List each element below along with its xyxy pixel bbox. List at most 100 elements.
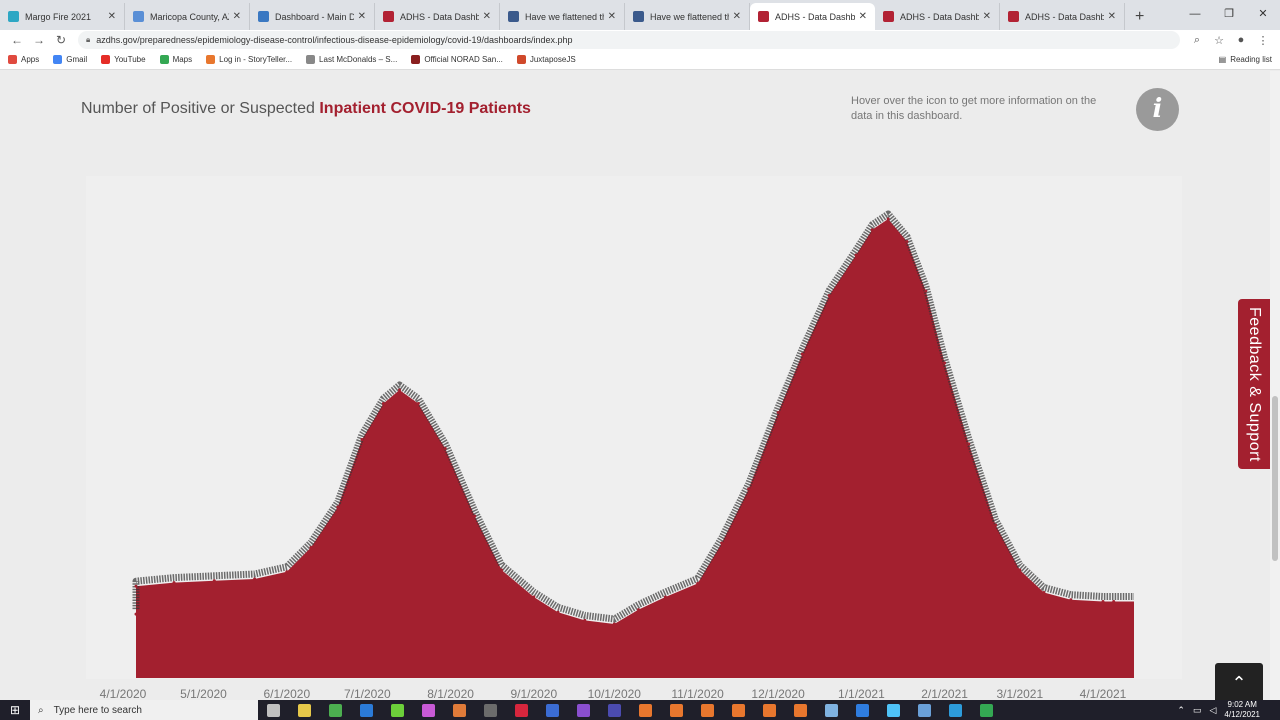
browser-tab[interactable]: Have we flattened the ✕ [500, 3, 625, 30]
data-point[interactable] [473, 514, 477, 518]
feedback-support-button[interactable]: Feedback & Support [1238, 299, 1270, 469]
tab-close-icon[interactable]: ✕ [483, 11, 491, 22]
data-point[interactable] [360, 438, 364, 441]
bookmark-item[interactable]: Maps [159, 55, 192, 64]
data-point[interactable] [381, 402, 385, 405]
tab-close-icon[interactable]: ✕ [233, 11, 241, 22]
taskbar-app-icon[interactable] [692, 700, 723, 720]
bookmark-item[interactable]: Last McDonalds – S... [306, 55, 397, 64]
taskbar-app-icon[interactable] [568, 700, 599, 720]
data-point[interactable] [212, 579, 216, 583]
profile-avatar-icon[interactable]: ● [1230, 34, 1252, 46]
data-point[interactable] [285, 570, 289, 574]
taskbar-app-icon[interactable] [444, 700, 475, 720]
data-point[interactable] [1018, 568, 1022, 572]
taskbar-app-icon[interactable] [630, 700, 661, 720]
data-point[interactable] [134, 612, 138, 616]
data-point[interactable] [967, 442, 971, 446]
browser-tab[interactable]: ADHS - Data Dashboar ✕ [1000, 3, 1125, 30]
taskbar-app-icon[interactable] [940, 700, 971, 720]
data-point[interactable] [556, 610, 560, 614]
data-point[interactable] [1042, 591, 1046, 594]
taskbar-app-icon[interactable] [351, 700, 382, 720]
taskbar-app-icon[interactable] [878, 700, 909, 720]
data-point[interactable] [532, 595, 536, 599]
data-point[interactable] [1101, 600, 1105, 603]
tab-close-icon[interactable]: ✕ [108, 11, 116, 22]
minimize-icon[interactable]: — [1178, 0, 1212, 30]
browser-tab[interactable]: ADHS - Data Dashboar ✕ [375, 3, 500, 30]
data-point[interactable] [720, 541, 724, 545]
bookmark-item[interactable]: Apps [8, 55, 39, 64]
tab-close-icon[interactable]: ✕ [859, 11, 867, 22]
data-point[interactable] [886, 217, 890, 221]
close-window-icon[interactable]: ✕ [1246, 0, 1280, 30]
data-point[interactable] [943, 361, 947, 365]
data-point[interactable] [854, 253, 858, 257]
taskbar-app-icon[interactable] [754, 700, 785, 720]
browser-tab[interactable]: ADHS - Data Dashboar ✕ [875, 3, 1000, 30]
browser-tab[interactable]: Maricopa County, AZ | ✕ [125, 3, 250, 30]
tab-close-icon[interactable]: ✕ [733, 11, 741, 22]
data-point[interactable] [827, 294, 831, 297]
taskbar-app-icon[interactable] [382, 700, 413, 720]
taskbar-app-icon[interactable] [537, 700, 568, 720]
bookmark-item[interactable]: Log in - StoryTeller... [206, 55, 292, 64]
forward-arrow-icon[interactable]: → [28, 33, 50, 47]
data-point[interactable] [696, 582, 700, 585]
bookmark-item[interactable]: Gmail [53, 55, 87, 64]
data-point[interactable] [134, 584, 138, 588]
restore-icon[interactable]: ❐ [1212, 0, 1246, 30]
reading-list-button[interactable]: ▤ Reading list [1219, 55, 1272, 64]
taskbar-app-icon[interactable] [847, 700, 878, 720]
tray-chevron-icon[interactable]: ⌃ [1177, 705, 1185, 716]
volume-icon[interactable]: ◁ [1209, 705, 1216, 716]
data-point[interactable] [663, 595, 667, 599]
tab-close-icon[interactable]: ✕ [358, 11, 366, 22]
bookmark-item[interactable]: JuxtaposeJS [516, 55, 576, 64]
bookmark-item[interactable]: Official NORAD San... [411, 55, 503, 64]
taskbar-app-icon[interactable] [785, 700, 816, 720]
data-point[interactable] [583, 618, 587, 622]
taskbar-app-icon[interactable] [289, 700, 320, 720]
data-point[interactable] [416, 402, 420, 405]
taskbar-app-icon[interactable] [909, 700, 940, 720]
data-point[interactable] [172, 581, 176, 585]
taskbar-app-icon[interactable] [475, 700, 506, 720]
data-point[interactable] [500, 568, 504, 572]
taskbar-search-box[interactable]: ⌕ Type here to search [30, 700, 258, 720]
data-point[interactable] [637, 608, 640, 612]
data-point[interactable] [253, 577, 257, 581]
data-point[interactable] [443, 447, 447, 450]
data-point[interactable] [336, 505, 340, 509]
data-point[interactable] [924, 289, 928, 293]
data-point[interactable] [1069, 598, 1073, 602]
data-point[interactable] [747, 487, 751, 491]
tab-close-icon[interactable]: ✕ [1108, 11, 1116, 22]
zoom-icon[interactable]: ⌕ [1186, 34, 1208, 47]
data-point[interactable] [612, 622, 616, 626]
data-point[interactable] [870, 228, 874, 232]
scroll-to-top-button[interactable]: ⌃ [1215, 663, 1263, 700]
menu-kebab-icon[interactable]: ⋮ [1252, 34, 1274, 47]
taskbar-app-icon[interactable] [661, 700, 692, 720]
data-point[interactable] [776, 411, 780, 414]
browser-tab[interactable]: ADHS - Data Dashboar ✕ [750, 3, 875, 30]
data-point[interactable] [309, 546, 313, 549]
data-point[interactable] [398, 388, 401, 392]
info-icon[interactable]: i [1136, 88, 1179, 131]
data-point[interactable] [994, 523, 998, 527]
scrollbar-thumb[interactable] [1272, 396, 1278, 561]
taskbar-app-icon[interactable] [599, 700, 630, 720]
taskbar-app-icon[interactable] [320, 700, 351, 720]
tab-close-icon[interactable]: ✕ [983, 11, 991, 22]
windows-start-icon[interactable]: ⊞ [0, 703, 30, 717]
network-icon[interactable]: ▭ [1193, 705, 1202, 716]
bookmark-item[interactable]: YouTube [101, 55, 146, 64]
taskbar-app-icon[interactable] [413, 700, 444, 720]
taskbar-app-icon[interactable] [816, 700, 847, 720]
data-point[interactable] [800, 352, 804, 356]
browser-tab[interactable]: Margo Fire 2021 ✕ [0, 3, 125, 30]
reload-icon[interactable]: ↻ [50, 33, 72, 47]
address-bar[interactable]: 🔒︎ azdhs.gov/preparedness/epidemiology-d… [78, 31, 1180, 49]
